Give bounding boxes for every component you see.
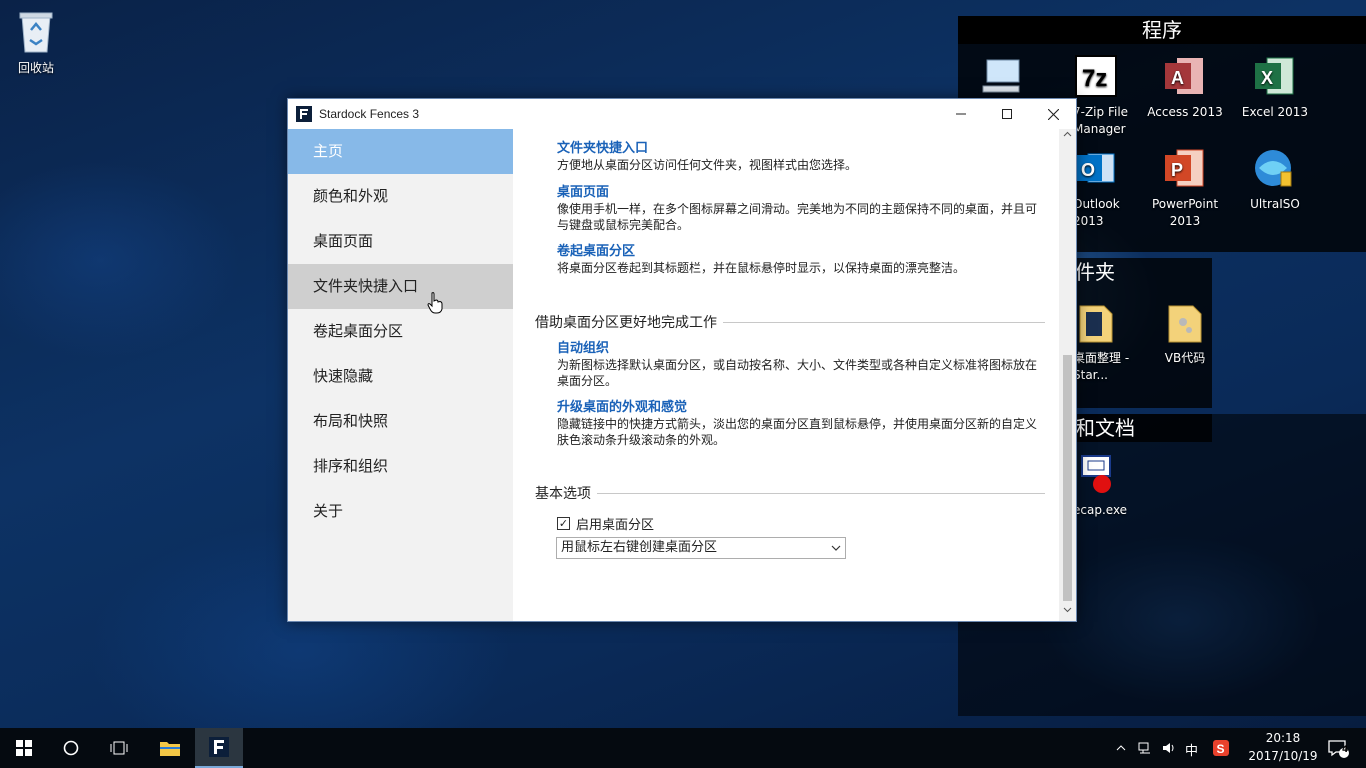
main-content: 文件夹快捷入口 方便地从桌面分区访问任何文件夹，视图样式由您选择。 桌面页面 像…: [514, 129, 1059, 621]
feature-desc: 像使用手机一样，在多个图标屏幕之间滑动。完美地为不同的主题保持不同的桌面，并且可…: [557, 202, 1038, 232]
create-mode-select[interactable]: 用鼠标左右键创建桌面分区: [556, 537, 846, 559]
fences-taskbar-button[interactable]: [195, 728, 243, 768]
notification-count: 4: [1342, 745, 1349, 755]
feature-desktop-pages: 桌面页面 像使用手机一样，在多个图标屏幕之间滑动。完美地为不同的主题保持不同的桌…: [557, 184, 1037, 233]
sidebar-item-rollup[interactable]: 卷起桌面分区: [288, 309, 513, 354]
folder-icon: [1072, 298, 1120, 346]
close-button[interactable]: [1030, 99, 1076, 129]
feature-title[interactable]: 文件夹快捷入口: [557, 140, 1037, 157]
feature-title[interactable]: 桌面页面: [557, 184, 1037, 201]
feature-title[interactable]: 卷起桌面分区: [557, 243, 1037, 260]
ime-indicator[interactable]: 中: [1185, 740, 1198, 759]
outlook-icon: O: [1072, 144, 1120, 192]
ultraiso-icon: [1251, 144, 1299, 192]
enable-fences-label: 启用桌面分区: [576, 518, 655, 533]
sidebar-item-folder-portals[interactable]: 文件夹快捷入口: [288, 264, 513, 309]
powerpoint-icon: P: [1161, 144, 1209, 192]
search-circle-icon: [63, 740, 79, 756]
sidebar-item-layouts[interactable]: 布局和快照: [288, 399, 513, 444]
sogou-ime-button[interactable]: S: [1208, 728, 1234, 768]
feature-upgrade-look: 升级桌面的外观和感觉 隐藏链接中的快捷方式箭头，淡出您的桌面分区直到鼠标悬停，并…: [557, 399, 1037, 448]
sidebar-item-sorting[interactable]: 排序和组织: [288, 444, 513, 489]
desktop-icon-excel[interactable]: X Excel 2013: [1232, 52, 1318, 121]
speaker-icon: [1163, 743, 1174, 753]
minimize-button[interactable]: [938, 99, 984, 129]
folder-icon: [1161, 298, 1209, 346]
hand-cursor-icon: [427, 292, 445, 317]
close-icon: [1047, 108, 1059, 120]
sidebar-item-about[interactable]: 关于: [288, 489, 513, 534]
desktop-icon-ultraiso[interactable]: UltraISO: [1232, 144, 1318, 213]
chevron-up-icon: [1116, 745, 1126, 751]
network-icon: [1138, 742, 1150, 754]
sidebar-item-colors[interactable]: 颜色和外观: [288, 174, 513, 219]
svg-text:O: O: [1081, 160, 1095, 180]
file-explorer-button[interactable]: [146, 728, 194, 768]
desktop-icon-computer[interactable]: [958, 52, 1044, 104]
desktop-icon-powerpoint[interactable]: P PowerPoint 2013: [1142, 144, 1228, 230]
windows-icon: [16, 740, 32, 756]
enable-fences-checkbox[interactable]: ✓: [557, 517, 570, 530]
svg-text:P: P: [1171, 160, 1183, 180]
title-bar[interactable]: Stardock Fences 3: [288, 99, 1076, 129]
excel-icon: X: [1251, 52, 1299, 100]
chevron-down-icon: [831, 538, 841, 565]
svg-text:X: X: [1261, 68, 1273, 88]
feature-rollup: 卷起桌面分区 将桌面分区卷起到其标题栏，并在鼠标悬停时显示，以保持桌面的漂亮整洁…: [557, 243, 1037, 276]
content-scrollbar[interactable]: [1059, 129, 1076, 621]
minimize-icon: [956, 113, 966, 115]
recycle-bin-label: 回收站: [17, 61, 54, 75]
fences-app-icon: [209, 737, 229, 757]
svg-text:S: S: [1217, 742, 1225, 756]
feature-title[interactable]: 自动组织: [557, 340, 1037, 357]
cortana-button[interactable]: [47, 728, 95, 768]
show-hidden-icons-button[interactable]: [1110, 728, 1132, 768]
feature-auto-organize: 自动组织 为新图标选择默认桌面分区，或自动按名称、大小、文件类型或各种自定义标准…: [557, 340, 1037, 389]
maximize-button[interactable]: [984, 99, 1030, 129]
scroll-up-arrow[interactable]: [1059, 129, 1076, 146]
fences-app-icon: [296, 106, 312, 122]
sidebar-item-home[interactable]: 主页: [288, 129, 513, 174]
feature-desc: 将桌面分区卷起到其标题栏，并在鼠标悬停时显示，以保持桌面的漂亮整洁。: [557, 261, 966, 275]
clock-time[interactable]: 20:18: [1258, 731, 1308, 745]
feature-desc: 为新图标选择默认桌面分区，或自动按名称、大小、文件类型或各种自定义标准将图标放在…: [557, 358, 1038, 388]
fences-settings-window: Stardock Fences 3 主页 颜色和外观 桌面页面 文件夹快捷入口 …: [287, 98, 1077, 622]
action-center-button[interactable]: 4: [1318, 728, 1358, 768]
recycle-bin-icon: [12, 8, 60, 56]
start-button[interactable]: [0, 728, 48, 768]
sidebar-item-quick-hide[interactable]: 快速隐藏: [288, 354, 513, 399]
sidebar-item-desktop-pages[interactable]: 桌面页面: [288, 219, 513, 264]
fence-title[interactable]: 程序: [958, 16, 1366, 44]
volume-button[interactable]: [1158, 728, 1180, 768]
enable-fences-option[interactable]: ✓ 启用桌面分区: [557, 514, 654, 533]
svg-text:7z: 7z: [1082, 65, 1107, 92]
clock-date[interactable]: 2017/10/19: [1242, 749, 1324, 763]
feature-folder-portals: 文件夹快捷入口 方便地从桌面分区访问任何文件夹，视图样式由您选择。: [557, 140, 1037, 173]
section-heading-basic-options: 基本选项: [535, 483, 1045, 503]
feature-title[interactable]: 升级桌面的外观和感觉: [557, 399, 1037, 416]
sogou-icon: S: [1213, 740, 1229, 756]
section-heading-work-better: 借助桌面分区更好地完成工作: [535, 312, 1045, 332]
desktop-icon-access[interactable]: A Access 2013: [1142, 52, 1228, 121]
7zip-icon: 7z: [1072, 52, 1120, 100]
network-button[interactable]: [1134, 728, 1156, 768]
folder-icon: [160, 742, 180, 756]
task-view-icon: [110, 741, 128, 755]
svg-text:A: A: [1171, 68, 1184, 88]
task-view-button[interactable]: [95, 728, 143, 768]
taskbar: 中 S 20:18 2017/10/19 4: [0, 728, 1366, 768]
access-icon: A: [1161, 52, 1209, 100]
window-title: Stardock Fences 3: [319, 107, 420, 121]
screen-capture-icon: [1072, 450, 1120, 498]
sidebar-nav: 主页 颜色和外观 桌面页面 文件夹快捷入口 卷起桌面分区 快速隐藏 布局和快照 …: [288, 129, 513, 621]
scroll-thumb[interactable]: [1063, 355, 1072, 601]
maximize-icon: [1002, 109, 1012, 119]
computer-icon: [977, 52, 1025, 100]
feature-desc: 方便地从桌面分区访问任何文件夹，视图样式由您选择。: [557, 158, 858, 172]
desktop-icon-recycle-bin[interactable]: 回收站: [0, 8, 79, 77]
desktop-icon-folder-vb[interactable]: VB代码: [1142, 298, 1228, 367]
feature-desc: 隐藏链接中的快捷方式箭头，淡出您的桌面分区直到鼠标悬停，并使用桌面分区新的自定义…: [557, 417, 1038, 447]
scroll-down-arrow[interactable]: [1059, 604, 1076, 621]
